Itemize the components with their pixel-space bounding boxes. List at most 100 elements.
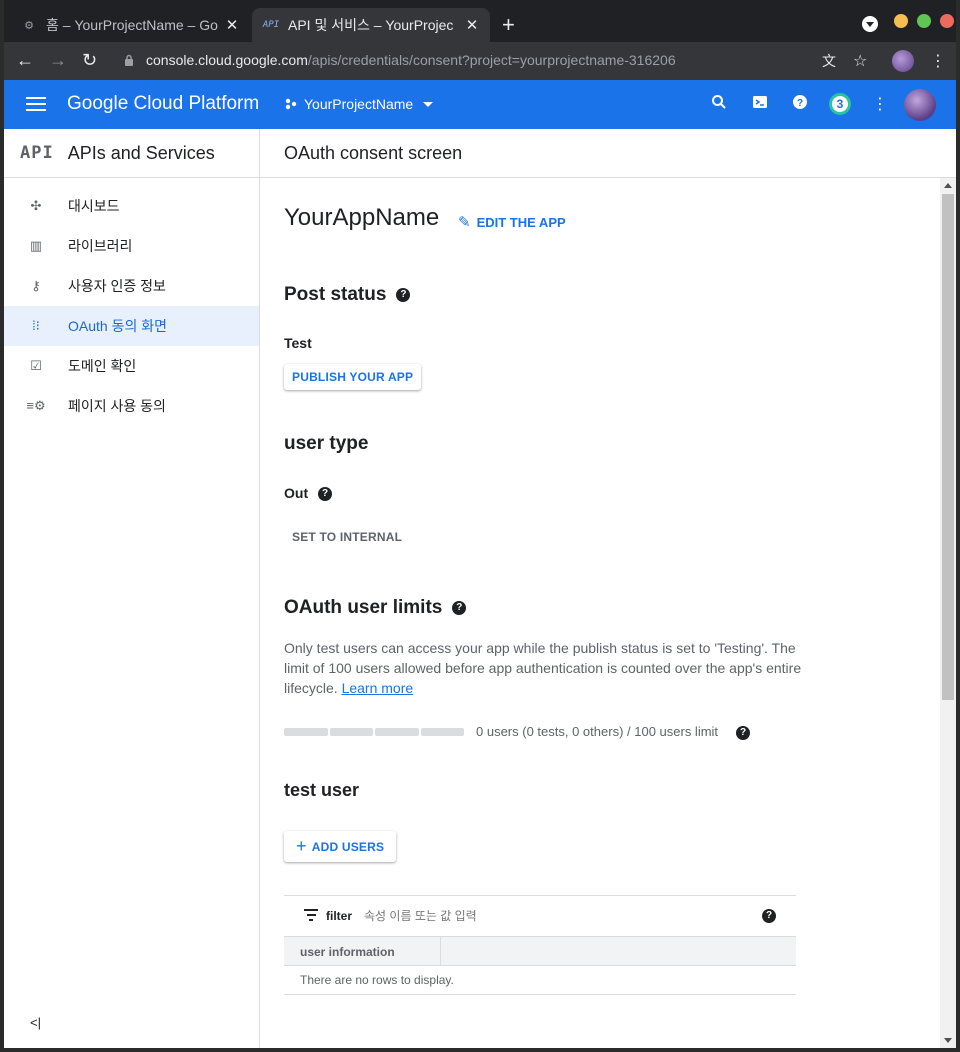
filter-label: filter <box>326 909 353 923</box>
sidebar-item-oauth-consent[interactable]: ⁞⁝ OAuth 동의 화면 <box>4 306 259 346</box>
scrollbar[interactable] <box>940 178 956 1048</box>
sidebar-item-domain-verification[interactable]: ☑ 도메인 확인 <box>4 346 259 386</box>
post-status-value: Test <box>284 335 312 351</box>
user-limit-usage: 0 users (0 tests, 0 others) / 100 users … <box>476 724 751 740</box>
lock-icon <box>125 54 133 66</box>
menu-icon[interactable] <box>26 97 46 115</box>
notifications-badge[interactable]: 3 <box>829 93 851 115</box>
forward-arrow-icon[interactable]: → <box>49 50 67 70</box>
sidebar-item-label: OAuth 동의 화면 <box>68 318 167 334</box>
test-users-table: filter ? user information There are no r… <box>284 895 796 995</box>
url-host: console.cloud.google.com <box>146 52 308 68</box>
pencil-icon: ✎ <box>458 214 471 231</box>
sidebar-item-library[interactable]: ▥ 라이브러리 <box>4 226 259 266</box>
more-options-icon[interactable]: ⋮ <box>870 94 890 114</box>
account-avatar[interactable] <box>904 89 936 121</box>
bookmark-star-icon[interactable]: ☆ <box>853 51 867 71</box>
back-arrow-icon[interactable]: ← <box>16 50 34 70</box>
help-icon[interactable]: ? <box>762 909 776 923</box>
app-name: YourAppName <box>284 204 440 231</box>
profile-avatar[interactable] <box>892 50 914 72</box>
learn-more-link[interactable]: Learn more <box>342 680 414 696</box>
project-name: YourProjectName <box>304 96 414 112</box>
table-empty-message: There are no rows to display. <box>284 966 796 995</box>
user-limit-progress-bar <box>284 728 464 736</box>
edit-app-button[interactable]: ✎ EDIT THE APP <box>458 213 566 231</box>
sidebar-item-label: 페이지 사용 동의 <box>68 398 166 414</box>
api-logo: API <box>20 143 54 163</box>
column-header-user-information[interactable]: user information <box>284 937 441 965</box>
sidebar: API APIs and Services ✣ 대시보드 ▥ 라이브러리 ⚷ 사… <box>4 129 260 1048</box>
checkbox-icon: ☑ <box>30 358 42 373</box>
chevron-down-icon <box>423 101 434 107</box>
page-header: OAuth consent screen <box>260 129 956 178</box>
scrollbar-thumb[interactable] <box>942 194 954 700</box>
tab-search-icon[interactable] <box>862 16 878 32</box>
browser-tab-api[interactable]: API API 및 서비스 – YourProjec ✕ <box>252 8 490 42</box>
publish-app-button[interactable]: PUBLISH YOUR APP <box>284 364 422 390</box>
cloud-shell-icon[interactable] <box>750 94 770 115</box>
table-header-row: user information <box>284 937 796 966</box>
sidebar-header: API APIs and Services <box>4 129 259 178</box>
close-window-button[interactable] <box>940 14 954 28</box>
post-status-heading: Post status? <box>284 284 411 306</box>
sidebar-item-label: 대시보드 <box>68 198 120 214</box>
consent-icon: ⁞⁝ <box>32 318 40 333</box>
translate-icon[interactable]: 文 <box>822 51 836 71</box>
add-users-button[interactable]: + ADD USERS <box>284 831 397 862</box>
window-controls <box>862 14 954 32</box>
url-path: /apis/credentials/consent?project=yourpr… <box>307 52 676 68</box>
browser-tab-home[interactable]: ⚙ 홈 – YourProjectName – Go ✕ <box>10 8 250 42</box>
sidebar-item-page-usage-agreement[interactable]: ≡⚙ 페이지 사용 동의 <box>4 386 259 426</box>
add-users-label: ADD USERS <box>311 839 385 854</box>
page-title: OAuth consent screen <box>284 143 463 163</box>
filter-input[interactable] <box>364 909 665 923</box>
user-type-heading: user type <box>284 433 369 454</box>
test-user-heading: test user <box>284 780 360 800</box>
user-limits-heading: OAuth user limits? <box>284 597 467 619</box>
sidebar-title: APIs and Services <box>67 142 215 163</box>
url-field[interactable]: console.cloud.google.com/apis/credential… <box>146 52 676 68</box>
sidebar-item-label: 도메인 확인 <box>68 358 137 374</box>
user-limits-description: Only test users can access your app whil… <box>284 640 802 696</box>
project-selector[interactable]: YourProjectName <box>284 96 434 112</box>
help-icon[interactable]: ? <box>452 600 467 615</box>
maximize-button[interactable] <box>917 14 931 28</box>
browser-tab-bar: ⚙ 홈 – YourProjectName – Go ✕ API API 및 서… <box>0 0 960 42</box>
collapse-sidebar-icon[interactable]: <| <box>30 1015 41 1030</box>
project-icon <box>285 98 297 110</box>
sidebar-item-dashboard[interactable]: ✣ 대시보드 <box>4 186 259 226</box>
help-icon[interactable]: ? <box>396 287 411 302</box>
reload-icon[interactable]: ↻ <box>82 50 97 70</box>
help-icon[interactable]: ? <box>790 94 810 115</box>
scroll-up-arrow-icon[interactable] <box>944 183 952 188</box>
table-filter-bar: filter ? <box>284 896 796 937</box>
library-icon: ▥ <box>29 238 43 253</box>
search-icon[interactable] <box>709 94 729 115</box>
edit-app-label: EDIT THE APP <box>476 214 566 230</box>
help-icon[interactable]: ? <box>736 725 751 740</box>
scroll-down-arrow-icon[interactable] <box>944 1038 952 1043</box>
user-type-value: Out? <box>284 485 333 502</box>
key-icon: ⚷ <box>31 278 41 293</box>
address-bar: ← → ↻ console.cloud.google.com/apis/cred… <box>0 42 960 80</box>
svg-text:?: ? <box>797 98 803 109</box>
plus-icon: + <box>296 836 307 856</box>
filter-icon <box>304 908 318 924</box>
tab-title: API 및 서비스 – YourProjec <box>288 17 454 33</box>
dashboard-icon: ✣ <box>30 198 42 213</box>
close-icon[interactable]: ✕ <box>464 16 480 34</box>
sidebar-item-credentials[interactable]: ⚷ 사용자 인증 정보 <box>4 266 259 306</box>
close-icon[interactable]: ✕ <box>224 16 240 34</box>
tab-title: 홈 – YourProjectName – Go <box>46 17 218 33</box>
new-tab-button[interactable]: + <box>502 12 515 38</box>
settings-list-icon: ≡⚙ <box>26 398 46 413</box>
api-favicon: API <box>262 20 280 30</box>
help-icon[interactable]: ? <box>318 487 333 502</box>
sidebar-item-label: 라이브러리 <box>68 238 133 254</box>
minimize-button[interactable] <box>894 14 908 28</box>
browser-menu-icon[interactable]: ⋮ <box>930 51 946 71</box>
set-internal-button[interactable]: SET TO INTERNAL <box>292 530 402 544</box>
gear-icon: ⚙ <box>24 19 34 32</box>
product-title[interactable]: Google Cloud Platform <box>67 93 259 115</box>
